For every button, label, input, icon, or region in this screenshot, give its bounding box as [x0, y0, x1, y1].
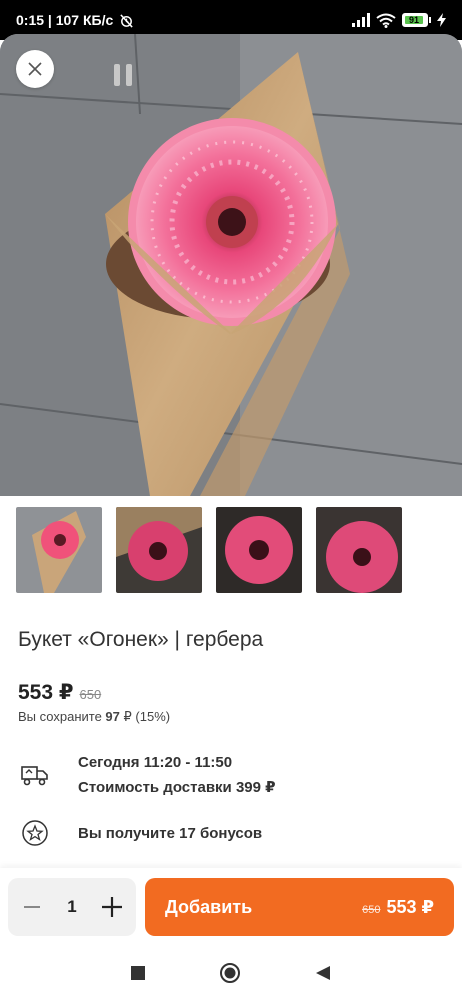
close-button[interactable]: [16, 50, 54, 88]
quantity-stepper: 1: [8, 878, 136, 936]
delivery-info: Сегодня 11:20 - 11:50 Стоимость доставки…: [18, 750, 276, 800]
decrement-button[interactable]: [20, 895, 44, 919]
thumbnail-image: [216, 507, 302, 593]
delivery-truck-icon: [18, 758, 52, 792]
old-price: 650: [79, 687, 102, 702]
home-icon[interactable]: [219, 962, 241, 984]
minus-icon: [24, 906, 40, 908]
savings-prefix: Вы сохраните: [18, 709, 102, 724]
price-row: 553 ₽ 650: [18, 680, 101, 705]
thumbnail-image: [316, 507, 402, 593]
thumbnail-3[interactable]: [216, 507, 302, 593]
status-time: 0:15 | 107 КБ/с: [16, 12, 114, 28]
system-navigation-bar: [0, 946, 462, 1000]
bouquet-photo: [0, 34, 462, 496]
delivery-time: Сегодня 11:20 - 11:50: [78, 754, 233, 771]
bottom-action-bar: 1 Добавить 650 553 ₽: [0, 868, 462, 946]
add-to-cart-label: Добавить: [165, 896, 253, 917]
add-to-cart-button[interactable]: Добавить 650 553 ₽: [145, 878, 454, 936]
alarm-off-icon: [120, 13, 133, 28]
star-icon: [18, 816, 52, 850]
close-icon: [28, 62, 42, 76]
battery-level: 91: [405, 15, 424, 25]
plus-icon: [102, 897, 122, 917]
thumbnail-image: [16, 507, 102, 593]
delivery-cost: Стоимость доставки 399 ₽: [78, 779, 276, 796]
bonus-info: Вы получите 17 бонусов: [18, 816, 262, 850]
add-price: 553 ₽: [386, 896, 434, 917]
savings-suffix: ₽ (15%): [123, 709, 171, 724]
add-old-price: 650: [362, 903, 381, 916]
back-icon[interactable]: [315, 965, 331, 981]
quantity-value: 1: [67, 897, 77, 916]
battery-icon: 91: [402, 13, 431, 27]
signal-icon: [352, 13, 370, 27]
thumbnail-2[interactable]: [116, 507, 202, 593]
current-price: 553 ₽: [18, 681, 74, 704]
thumbnail-image: [116, 507, 202, 593]
recent-apps-icon[interactable]: [131, 966, 145, 980]
thumbnail-1[interactable]: [16, 507, 102, 593]
bonus-text: Вы получите 17 бонусов: [78, 824, 263, 842]
savings-text: Вы сохраните 97 ₽ (15%): [18, 709, 170, 725]
charging-icon: [437, 13, 446, 27]
thumbnail-gallery: [16, 507, 402, 593]
wifi-icon: [376, 13, 396, 28]
savings-amount: 97: [105, 709, 120, 724]
thumbnail-4[interactable]: [316, 507, 402, 593]
product-main-image[interactable]: [0, 34, 462, 496]
increment-button[interactable]: [100, 895, 124, 919]
product-title: Букет «Огонек» | гербера: [18, 628, 264, 651]
